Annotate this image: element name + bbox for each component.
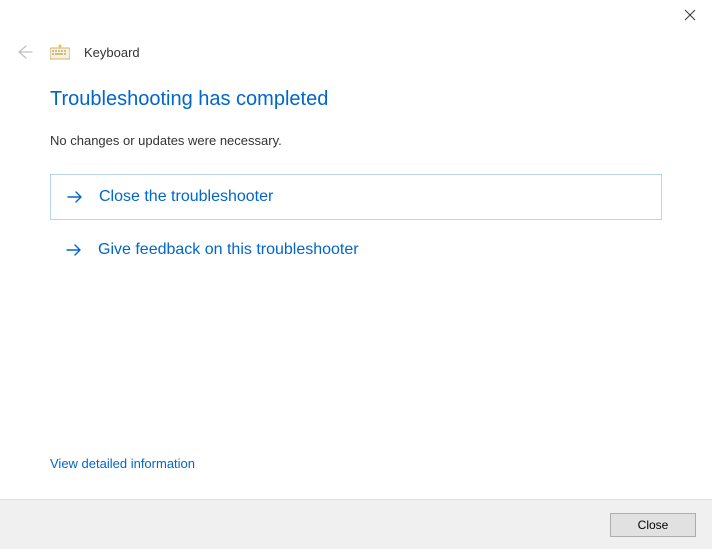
window-close-button[interactable] xyxy=(667,0,712,30)
arrow-right-icon xyxy=(64,240,84,260)
give-feedback-option[interactable]: Give feedback on this troubleshooter xyxy=(50,228,662,272)
close-icon xyxy=(684,9,696,21)
view-detailed-information-link[interactable]: View detailed information xyxy=(50,456,195,471)
keyboard-icon xyxy=(50,44,70,60)
page-subtext: No changes or updates were necessary. xyxy=(50,133,662,148)
back-arrow-icon xyxy=(14,42,34,62)
close-troubleshooter-option[interactable]: Close the troubleshooter xyxy=(50,174,662,220)
content-area: Troubleshooting has completed No changes… xyxy=(0,64,712,272)
page-heading: Troubleshooting has completed xyxy=(50,88,662,111)
header-row: Keyboard xyxy=(0,30,712,64)
close-button[interactable]: Close xyxy=(610,513,696,537)
back-button[interactable] xyxy=(12,40,36,64)
arrow-right-icon xyxy=(65,187,85,207)
header-title: Keyboard xyxy=(84,45,140,60)
option-label: Give feedback on this troubleshooter xyxy=(98,241,359,259)
option-label: Close the troubleshooter xyxy=(99,188,273,206)
footer: Close xyxy=(0,499,712,549)
titlebar xyxy=(0,0,712,30)
